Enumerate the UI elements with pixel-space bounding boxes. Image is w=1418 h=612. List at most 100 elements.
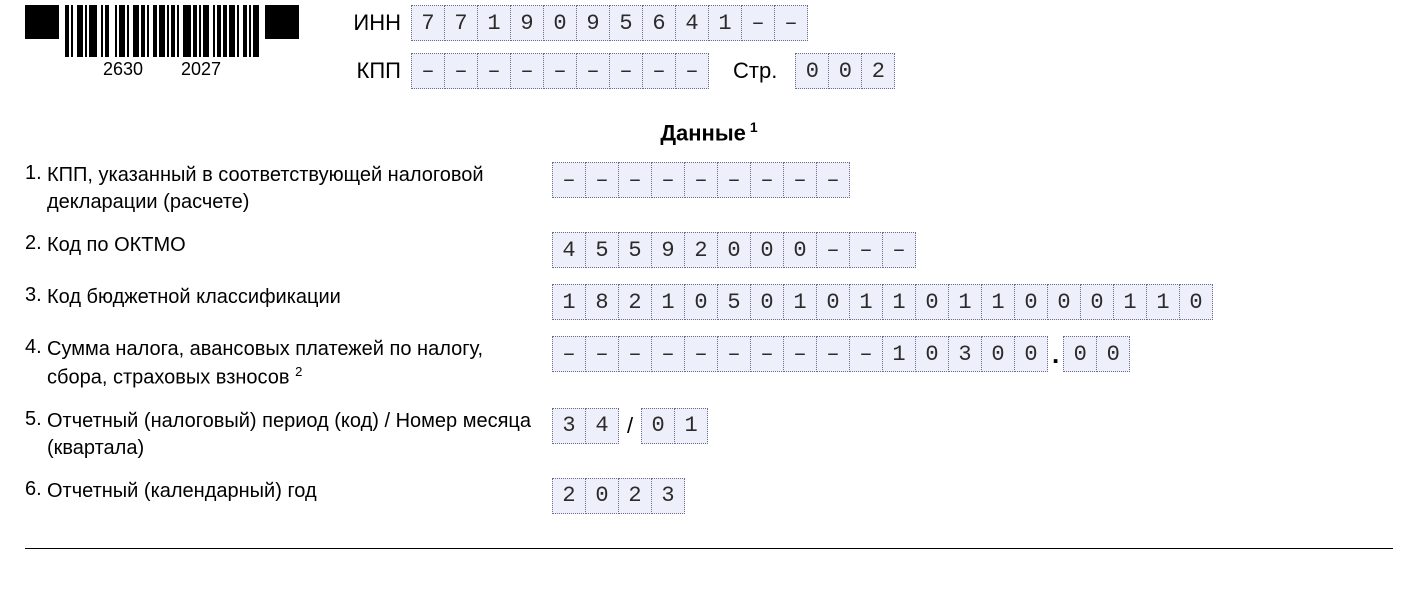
cell: –	[609, 53, 643, 89]
cell: –	[651, 162, 685, 198]
cell: 1	[552, 284, 586, 320]
period-month: 01	[641, 408, 708, 444]
cell: 1	[981, 284, 1015, 320]
cell: 1	[783, 284, 817, 320]
cell-group: 2023	[552, 478, 685, 514]
cell: 0	[1047, 284, 1081, 320]
cell: 2	[552, 478, 586, 514]
barcode-num-left: 2630	[103, 59, 143, 80]
cell: –	[783, 162, 817, 198]
decimal-dot: .	[1052, 339, 1059, 370]
cell: –	[717, 336, 751, 372]
row-label: Сумма налога, авансовых платежей по нало…	[47, 336, 552, 392]
cell: 0	[795, 53, 829, 89]
cell: 1	[674, 408, 708, 444]
cell: –	[849, 232, 883, 268]
cell: 5	[609, 5, 643, 41]
cell: –	[816, 232, 850, 268]
cell-group: 45592000–––	[552, 232, 916, 268]
cell: 1	[651, 284, 685, 320]
row-value: 18210501011011000110	[552, 284, 1213, 320]
cell: 5	[618, 232, 652, 268]
row-value: 34/01	[552, 408, 708, 444]
cell: 1	[1113, 284, 1147, 320]
cell: 9	[510, 5, 544, 41]
cell: –	[642, 53, 676, 89]
cell: 1	[849, 284, 883, 320]
cell: –	[651, 336, 685, 372]
cell: –	[543, 53, 577, 89]
cell: 1	[477, 5, 511, 41]
cell: 0	[915, 284, 949, 320]
section-title: Данные1	[25, 119, 1393, 146]
cell: 4	[552, 232, 586, 268]
row-label: Код по ОКТМО	[47, 232, 552, 259]
cell: –	[618, 336, 652, 372]
cell: –	[585, 336, 619, 372]
cell: –	[510, 53, 544, 89]
cell: 1	[948, 284, 982, 320]
row-number: 4.	[25, 336, 47, 359]
inn-cells: 7719095641––	[411, 5, 808, 41]
cell: 3	[552, 408, 586, 444]
cell: 9	[576, 5, 610, 41]
cell: –	[816, 336, 850, 372]
barcode: 2630 2027	[65, 5, 259, 80]
amount-int: ––––––––––10300	[552, 336, 1048, 372]
cell: 7	[411, 5, 445, 41]
data-row: 2.Код по ОКТМО45592000–––	[25, 232, 1393, 268]
cell: –	[717, 162, 751, 198]
cell: –	[411, 53, 445, 89]
cell: 1	[882, 336, 916, 372]
row-label: КПП, указанный в соответствующей налогов…	[47, 162, 552, 216]
cell: –	[552, 162, 586, 198]
cell: 0	[915, 336, 949, 372]
barcode-block: 2630 2027	[25, 5, 299, 80]
row-label: Код бюджетной классификации	[47, 284, 552, 311]
cell: –	[576, 53, 610, 89]
cell: –	[585, 162, 619, 198]
row-label: Отчетный (налоговый) период (код) / Номе…	[47, 408, 552, 462]
cell: –	[750, 336, 784, 372]
cell: 0	[1080, 284, 1114, 320]
cell: 7	[444, 5, 478, 41]
cell: 2	[684, 232, 718, 268]
cell: 0	[543, 5, 577, 41]
marker-square-left	[25, 5, 59, 39]
page-cells: 002	[795, 53, 895, 89]
cell: –	[684, 336, 718, 372]
row-number: 6.	[25, 478, 47, 501]
cell: –	[750, 162, 784, 198]
cell: –	[783, 336, 817, 372]
marker-square-right	[265, 5, 299, 39]
cell: –	[774, 5, 808, 41]
period-code: 34	[552, 408, 619, 444]
data-row: 1.КПП, указанный в соответствующей налог…	[25, 162, 1393, 216]
kpp-label: КПП	[351, 58, 401, 84]
cell: 0	[1014, 284, 1048, 320]
cell: 2	[618, 478, 652, 514]
cell: 9	[651, 232, 685, 268]
row-value: ––––––––––10300.00	[552, 336, 1130, 372]
cell: –	[618, 162, 652, 198]
cell: 0	[1014, 336, 1048, 372]
cell: 0	[750, 232, 784, 268]
cell: 4	[675, 5, 709, 41]
cell: 2	[861, 53, 895, 89]
data-row: 4.Сумма налога, авансовых платежей по на…	[25, 336, 1393, 392]
cell: –	[849, 336, 883, 372]
row-value: –––––––––	[552, 162, 850, 198]
cell: –	[882, 232, 916, 268]
row-number: 2.	[25, 232, 47, 255]
cell: 1	[708, 5, 742, 41]
cell: 0	[816, 284, 850, 320]
cell: 6	[642, 5, 676, 41]
cell: –	[444, 53, 478, 89]
row-number: 3.	[25, 284, 47, 307]
cell: 0	[783, 232, 817, 268]
cell: 8	[585, 284, 619, 320]
cell: 5	[585, 232, 619, 268]
cell: 0	[981, 336, 1015, 372]
cell: 3	[948, 336, 982, 372]
cell: 4	[585, 408, 619, 444]
